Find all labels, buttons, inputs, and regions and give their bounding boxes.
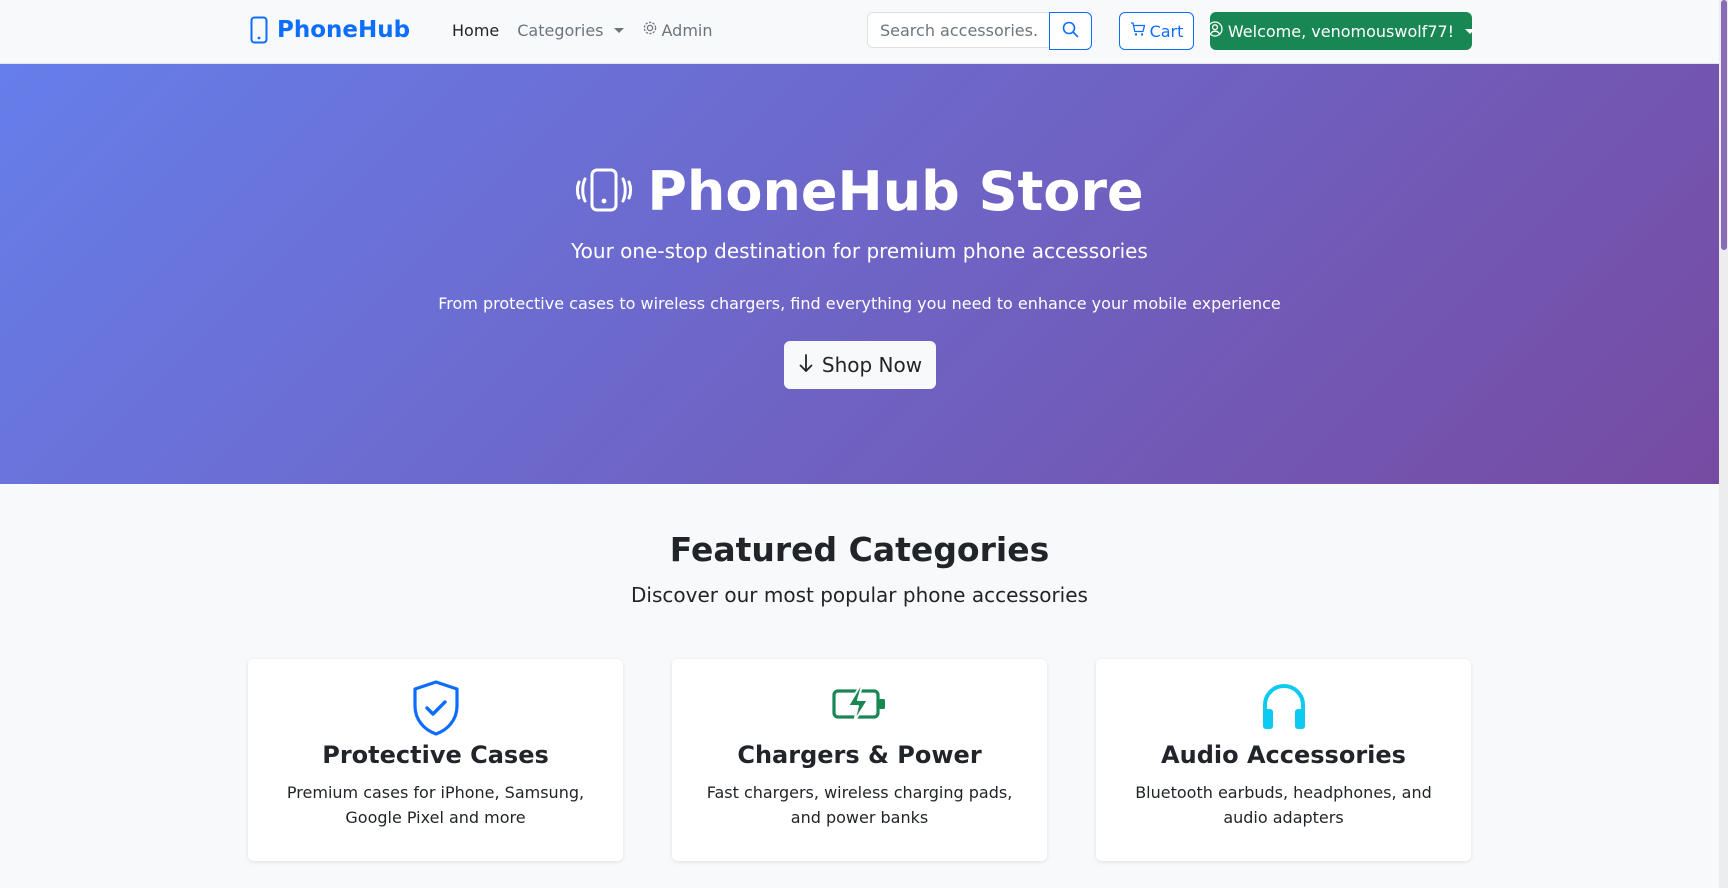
card-title: Protective Cases — [322, 741, 549, 769]
user-menu-button[interactable]: Welcome, venomouswolf77! — [1207, 12, 1476, 50]
nav-categories-dropdown[interactable]: Categories — [517, 20, 624, 40]
phone-icon — [250, 16, 268, 44]
brand-name: PhoneHub — [277, 17, 411, 43]
shop-now-button[interactable]: Shop Now — [784, 341, 936, 389]
headphones-icon — [1096, 679, 1471, 733]
hero-title-row: PhoneHub Store — [0, 160, 1719, 223]
cart-label: Cart — [1149, 21, 1184, 41]
user-circle-icon — [1207, 21, 1223, 41]
category-card-chargers[interactable]: Chargers & Power Fast chargers, wireless… — [672, 659, 1047, 861]
cart-icon — [1130, 21, 1146, 41]
chevron-down-icon — [1465, 28, 1476, 34]
card-description: Bluetooth earbuds, headphones, and audio… — [1135, 783, 1432, 827]
hero-title: PhoneHub Store — [647, 160, 1144, 223]
nav-admin-label: Admin — [661, 20, 713, 40]
brand-link[interactable]: PhoneHub — [250, 16, 410, 44]
gear-icon — [642, 20, 658, 40]
battery-charging-icon — [672, 679, 1047, 729]
nav-links: Home Categories Admin — [452, 20, 731, 40]
card-description: Fast chargers, wireless charging pads, a… — [706, 783, 1013, 827]
scrollbar-thumb[interactable] — [1721, 0, 1727, 250]
hero-section: PhoneHub Store Your one-stop destination… — [0, 64, 1719, 484]
hero-description: From protective cases to wireless charge… — [438, 294, 1281, 313]
cart-button[interactable]: Cart — [1119, 12, 1194, 50]
shield-check-icon — [248, 679, 623, 737]
phone-vibrate-icon — [575, 167, 633, 217]
page: PhoneHub Home Categories Admin Search ac… — [0, 0, 1719, 888]
search-form — [867, 12, 1092, 50]
search-input[interactable] — [867, 12, 1049, 48]
featured-subtitle: Discover our most popular phone accessor… — [631, 583, 1088, 607]
category-card-audio[interactable]: Audio Accessories Bluetooth earbuds, hea… — [1096, 659, 1471, 861]
chevron-down-icon — [613, 27, 624, 33]
arrow-down-icon — [798, 353, 814, 378]
nav-categories-label: Categories — [517, 20, 604, 40]
page-scrollbar[interactable] — [1719, 0, 1728, 888]
category-card-protective-cases[interactable]: Protective Cases Premium cases for iPhon… — [248, 659, 623, 861]
card-title: Chargers & Power — [737, 741, 982, 769]
navbar: PhoneHub Home Categories Admin Search ac… — [0, 0, 1719, 64]
featured-title: Featured Categories — [669, 530, 1050, 569]
hero-subtitle: Your one-stop destination for premium ph… — [571, 239, 1148, 263]
shop-now-label: Shop Now — [821, 353, 923, 377]
search-icon — [1062, 21, 1079, 41]
card-title: Audio Accessories — [1161, 741, 1406, 769]
search-button[interactable] — [1049, 12, 1092, 50]
user-menu-label: Welcome, venomouswolf77! — [1227, 21, 1455, 41]
nav-admin-link[interactable]: Admin — [642, 20, 713, 40]
card-description: Premium cases for iPhone, Samsung, Googl… — [286, 783, 585, 827]
nav-home-link[interactable]: Home — [452, 21, 499, 40]
